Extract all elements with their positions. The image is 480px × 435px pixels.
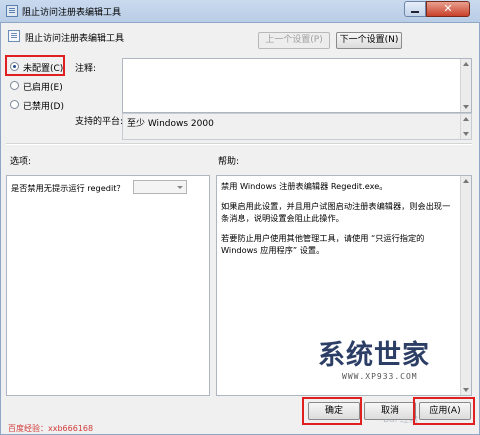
options-panel: 是否禁用无提示运行 regedit？ — [6, 175, 210, 396]
scroll-up-arrow-icon[interactable] — [463, 62, 469, 66]
help-scrollbar[interactable] — [460, 176, 471, 395]
watermark-logo-part2: 世家 — [374, 340, 430, 371]
watermark-url: WWW.XP933.COM — [342, 372, 418, 381]
comment-field[interactable] — [122, 58, 472, 113]
platform-scrollbar[interactable] — [460, 114, 471, 139]
options-question: 是否禁用无提示运行 regedit？ — [11, 183, 125, 193]
ok-button[interactable]: 确定 — [308, 402, 360, 420]
help-paragraph-2: 如果启用此设置，并且用户试图启动注册表编辑器，则会出现一条消息，说明设置会阻止此… — [221, 200, 451, 224]
platform-label: 支持的平台: — [75, 117, 124, 127]
policy-name: 阻止访问注册表编辑工具 — [25, 34, 125, 44]
watermark-logo-part1: 系统 — [318, 340, 374, 371]
scroll-up-arrow-icon[interactable] — [463, 179, 469, 183]
radio-dot[interactable] — [10, 81, 19, 90]
options-label: 选项: — [10, 157, 32, 167]
window-title: 阻止访问注册表编辑工具 — [22, 8, 122, 18]
radio-dot[interactable] — [10, 100, 19, 109]
platform-field: 至少 Windows 2000 — [122, 113, 472, 140]
radio-label: 已启用(E) — [23, 83, 63, 93]
help-paragraph-1: 禁用 Windows 注册表编辑器 Regedit.exe。 — [221, 181, 388, 191]
radio-label: 已禁用(D) — [23, 102, 64, 112]
comment-label: 注释: — [75, 64, 97, 74]
scroll-up-arrow-icon[interactable] — [463, 117, 469, 121]
help-label: 帮助: — [218, 157, 240, 167]
title-bar[interactable]: 阻止访问注册表编辑工具 ✕ — [0, 0, 480, 23]
scroll-down-arrow-icon[interactable] — [463, 132, 469, 136]
comment-scrollbar[interactable] — [460, 59, 471, 112]
cancel-button[interactable]: 取消 — [364, 402, 416, 420]
watermark-logo: 系统世家 — [318, 333, 430, 372]
help-text: 禁用 Windows 注册表编辑器 Regedit.exe。 如果启用此设置，并… — [221, 180, 451, 264]
minimize-button[interactable] — [404, 1, 426, 17]
help-paragraph-3: 若要防止用户使用其他管理工具，请使用 “只运行指定的 Windows 应用程序”… — [221, 232, 425, 256]
footer-note: 百度经验：xxb666168 — [8, 424, 94, 433]
policy-settings-icon — [8, 30, 20, 42]
next-setting-button[interactable]: 下一个设置(N) — [336, 32, 402, 49]
close-button[interactable]: ✕ — [426, 1, 470, 17]
radio-label: 未配置(C) — [23, 64, 64, 74]
regedit-silent-dropdown[interactable] — [133, 180, 187, 194]
scroll-down-arrow-icon[interactable] — [463, 388, 469, 392]
policy-icon — [6, 5, 18, 17]
section-divider — [6, 143, 472, 145]
previous-setting-button[interactable]: 上一个设置(P) — [258, 32, 330, 49]
scroll-down-arrow-icon[interactable] — [463, 105, 469, 109]
platform-value: 至少 Windows 2000 — [127, 119, 214, 129]
radio-dot[interactable] — [10, 62, 19, 71]
apply-button[interactable]: 应用(A) — [419, 402, 471, 420]
